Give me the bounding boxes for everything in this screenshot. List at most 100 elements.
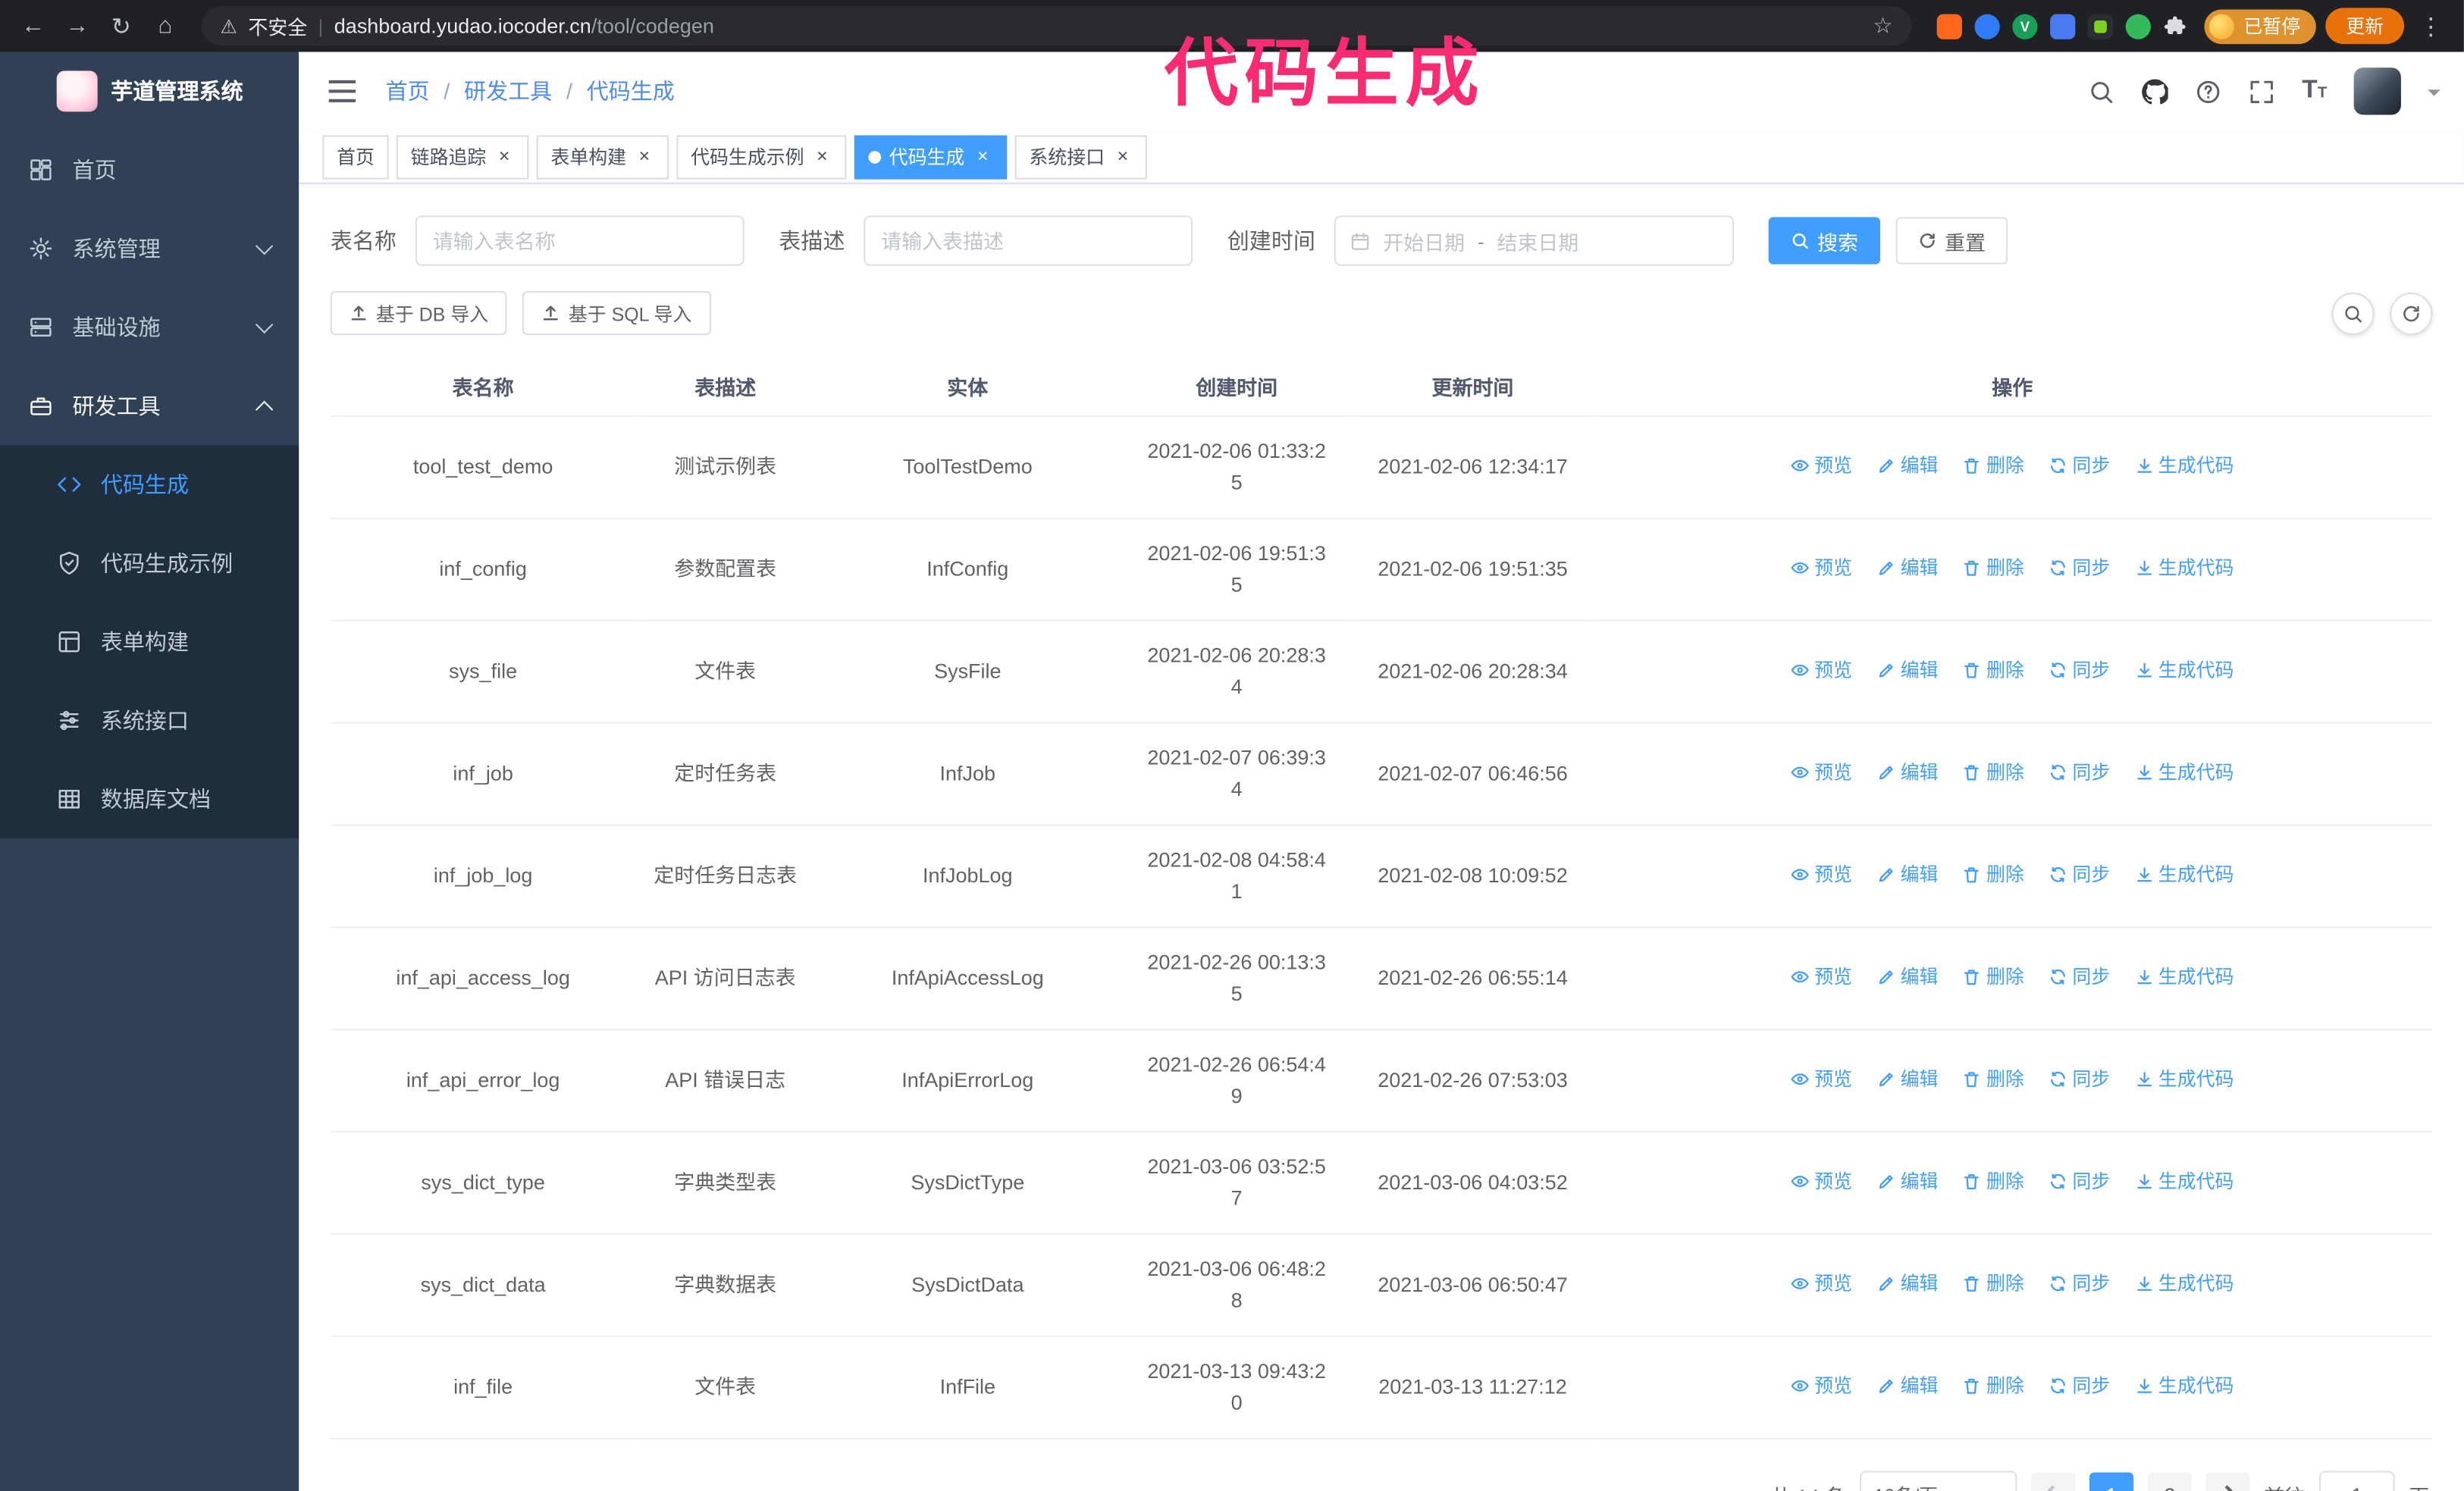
delete-link[interactable]: 删除	[1963, 654, 2024, 686]
tab[interactable]: 代码生成 ×	[854, 134, 1008, 179]
tab[interactable]: 代码生成示例 ×	[676, 134, 847, 179]
tab[interactable]: 链路追踪 ×	[397, 134, 529, 179]
sidebar-subitem[interactable]: 数据库文档	[0, 760, 299, 838]
sidebar-item[interactable]: 系统管理	[0, 209, 299, 288]
delete-link[interactable]: 删除	[1963, 450, 2024, 482]
sync-link[interactable]: 同步	[2049, 654, 2110, 686]
delete-link[interactable]: 删除	[1963, 961, 2024, 993]
delete-link[interactable]: 删除	[1963, 756, 2024, 788]
extensions-puzzle-icon[interactable]	[2163, 14, 2188, 39]
delete-link[interactable]: 删除	[1963, 1166, 2024, 1198]
generate-code-link[interactable]: 生成代码	[2135, 1063, 2234, 1095]
extension-icon-green[interactable]	[2125, 13, 2151, 39]
edit-link[interactable]: 编辑	[1877, 654, 1938, 686]
sidebar-item[interactable]: 基础设施	[0, 288, 299, 367]
bookmark-star-icon[interactable]: ☆	[1873, 13, 1892, 39]
sidebar-item[interactable]: 研发工具	[0, 367, 299, 446]
edit-link[interactable]: 编辑	[1877, 1166, 1938, 1198]
sidebar-subitem[interactable]: 代码生成	[0, 445, 299, 524]
tab-close-icon[interactable]: ×	[812, 146, 832, 167]
tab[interactable]: 表单构建 ×	[536, 134, 669, 179]
sidebar-subitem[interactable]: 代码生成示例	[0, 524, 299, 603]
sync-link[interactable]: 同步	[2049, 1063, 2110, 1095]
chrome-menu-dots-icon[interactable]: ⋮	[2414, 12, 2449, 40]
preview-link[interactable]: 预览	[1791, 961, 1852, 993]
extension-icon-orange[interactable]	[1936, 13, 1962, 39]
help-icon[interactable]	[2195, 78, 2221, 105]
tab[interactable]: 系统接口 ×	[1014, 134, 1148, 179]
edit-link[interactable]: 编辑	[1877, 1370, 1938, 1402]
delete-link[interactable]: 删除	[1963, 1063, 2024, 1095]
sync-link[interactable]: 同步	[2049, 552, 2110, 584]
sidebar-item[interactable]: 首页	[0, 130, 299, 209]
table-desc-input[interactable]	[864, 215, 1193, 266]
breadcrumb-item[interactable]: 研发工具	[430, 76, 552, 108]
edit-link[interactable]: 编辑	[1877, 756, 1938, 788]
generate-code-link[interactable]: 生成代码	[2135, 1268, 2234, 1300]
forward-icon[interactable]: →	[60, 13, 95, 39]
extension-icon-blue[interactable]	[2050, 13, 2076, 39]
sync-link[interactable]: 同步	[2049, 450, 2110, 482]
prev-page-button[interactable]	[2031, 1472, 2076, 1491]
generate-code-link[interactable]: 生成代码	[2135, 859, 2234, 891]
generate-code-link[interactable]: 生成代码	[2135, 1166, 2234, 1198]
delete-link[interactable]: 删除	[1963, 1370, 2024, 1402]
breadcrumb-item[interactable]: 首页	[385, 76, 429, 108]
chrome-update-button[interactable]: 更新	[2325, 8, 2405, 45]
home-icon[interactable]: ⌂	[148, 13, 183, 39]
table-name-input[interactable]	[415, 215, 745, 266]
tab[interactable]: 首页 ×	[322, 134, 389, 179]
preview-link[interactable]: 预览	[1791, 450, 1852, 482]
generate-code-link[interactable]: 生成代码	[2135, 961, 2234, 993]
profile-paused-badge[interactable]: 已暂停	[2204, 8, 2316, 44]
sidebar-subitem[interactable]: 系统接口	[0, 681, 299, 760]
github-icon[interactable]	[2142, 78, 2168, 105]
font-size-icon[interactable]: TT	[2302, 77, 2327, 105]
extension-icon-blue-drop[interactable]	[1974, 13, 2000, 39]
edit-link[interactable]: 编辑	[1877, 859, 1938, 891]
preview-link[interactable]: 预览	[1791, 1166, 1852, 1198]
extension-icon-green-v[interactable]	[2012, 13, 2038, 39]
search-button[interactable]: 搜索	[1768, 217, 1881, 265]
next-page-button[interactable]	[2205, 1472, 2250, 1491]
preview-link[interactable]: 预览	[1791, 859, 1852, 891]
preview-link[interactable]: 预览	[1791, 1268, 1852, 1300]
search-icon[interactable]	[2088, 78, 2114, 105]
generate-code-link[interactable]: 生成代码	[2135, 756, 2234, 788]
sidebar-subitem[interactable]: 表单构建	[0, 603, 299, 681]
tab-close-icon[interactable]: ×	[1112, 146, 1133, 167]
toggle-search-button[interactable]	[2331, 291, 2375, 335]
delete-link[interactable]: 删除	[1963, 1268, 2024, 1300]
extension-icon-dark[interactable]	[2087, 13, 2114, 39]
preview-link[interactable]: 预览	[1791, 654, 1852, 686]
edit-link[interactable]: 编辑	[1877, 552, 1938, 584]
sidebar-logo[interactable]: 芋道管理系统	[0, 52, 299, 130]
refresh-table-button[interactable]	[2390, 291, 2433, 335]
preview-link[interactable]: 预览	[1791, 1063, 1852, 1095]
reset-button[interactable]: 重置	[1895, 217, 2008, 265]
sync-link[interactable]: 同步	[2049, 1370, 2110, 1402]
delete-link[interactable]: 删除	[1963, 552, 2024, 584]
sync-link[interactable]: 同步	[2049, 1166, 2110, 1198]
page-size-select[interactable]: 10条/页	[1859, 1471, 2017, 1491]
fullscreen-icon[interactable]	[2249, 78, 2275, 105]
address-bar[interactable]: ⚠ 不安全 | dashboard.yudao.iocoder.cn/tool/…	[201, 6, 1912, 46]
tab-close-icon[interactable]: ×	[634, 146, 654, 167]
sync-link[interactable]: 同步	[2049, 756, 2110, 788]
tab-close-icon[interactable]: ×	[973, 146, 993, 167]
generate-code-link[interactable]: 生成代码	[2135, 1370, 2234, 1402]
tab-close-icon[interactable]: ×	[494, 146, 515, 167]
edit-link[interactable]: 编辑	[1877, 961, 1938, 993]
import-db-button[interactable]: 基于 DB 导入	[330, 290, 507, 336]
page-number-button[interactable]: 1	[2089, 1472, 2134, 1491]
edit-link[interactable]: 编辑	[1877, 1063, 1938, 1095]
sync-link[interactable]: 同步	[2049, 859, 2110, 891]
page-number-button[interactable]: 2	[2147, 1472, 2192, 1491]
import-sql-button[interactable]: 基于 SQL 导入	[522, 290, 711, 336]
preview-link[interactable]: 预览	[1791, 552, 1852, 584]
generate-code-link[interactable]: 生成代码	[2135, 654, 2234, 686]
edit-link[interactable]: 编辑	[1877, 450, 1938, 482]
preview-link[interactable]: 预览	[1791, 756, 1852, 788]
hamburger-icon[interactable]	[322, 72, 360, 110]
date-range-picker[interactable]: 开始日期 - 结束日期	[1334, 215, 1734, 266]
